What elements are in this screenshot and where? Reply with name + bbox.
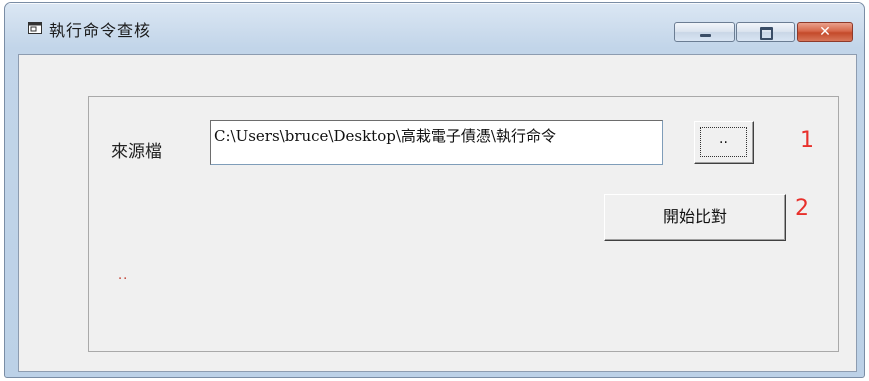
annotation-marker-1: 1: [800, 128, 814, 153]
annotation-marker-2: 2: [795, 196, 809, 221]
source-file-label: 來源檔: [111, 142, 162, 162]
window-title: 執行命令查核: [49, 21, 152, 40]
start-compare-button[interactable]: 開始比對: [604, 194, 786, 241]
app-window: 執行命令查核 ✕ 來源檔 C:\Users\bruce\Desktop\高栽電子…: [4, 2, 865, 378]
source-path-input[interactable]: C:\Users\bruce\Desktop\高栽電子債憑\執行命令: [210, 120, 663, 165]
minimize-icon: [700, 34, 711, 37]
close-icon: ✕: [819, 24, 831, 40]
close-button[interactable]: ✕: [797, 22, 853, 42]
browse-button-label: ..: [700, 127, 747, 157]
browse-button[interactable]: ..: [694, 121, 754, 164]
client-area: 來源檔 C:\Users\bruce\Desktop\高栽電子債憑\執行命令 .…: [18, 54, 857, 372]
status-text: ..: [118, 268, 129, 283]
window-app-icon: [28, 22, 42, 34]
maximize-icon: [760, 27, 773, 40]
maximize-button[interactable]: [736, 22, 795, 42]
minimize-button[interactable]: [674, 22, 735, 42]
